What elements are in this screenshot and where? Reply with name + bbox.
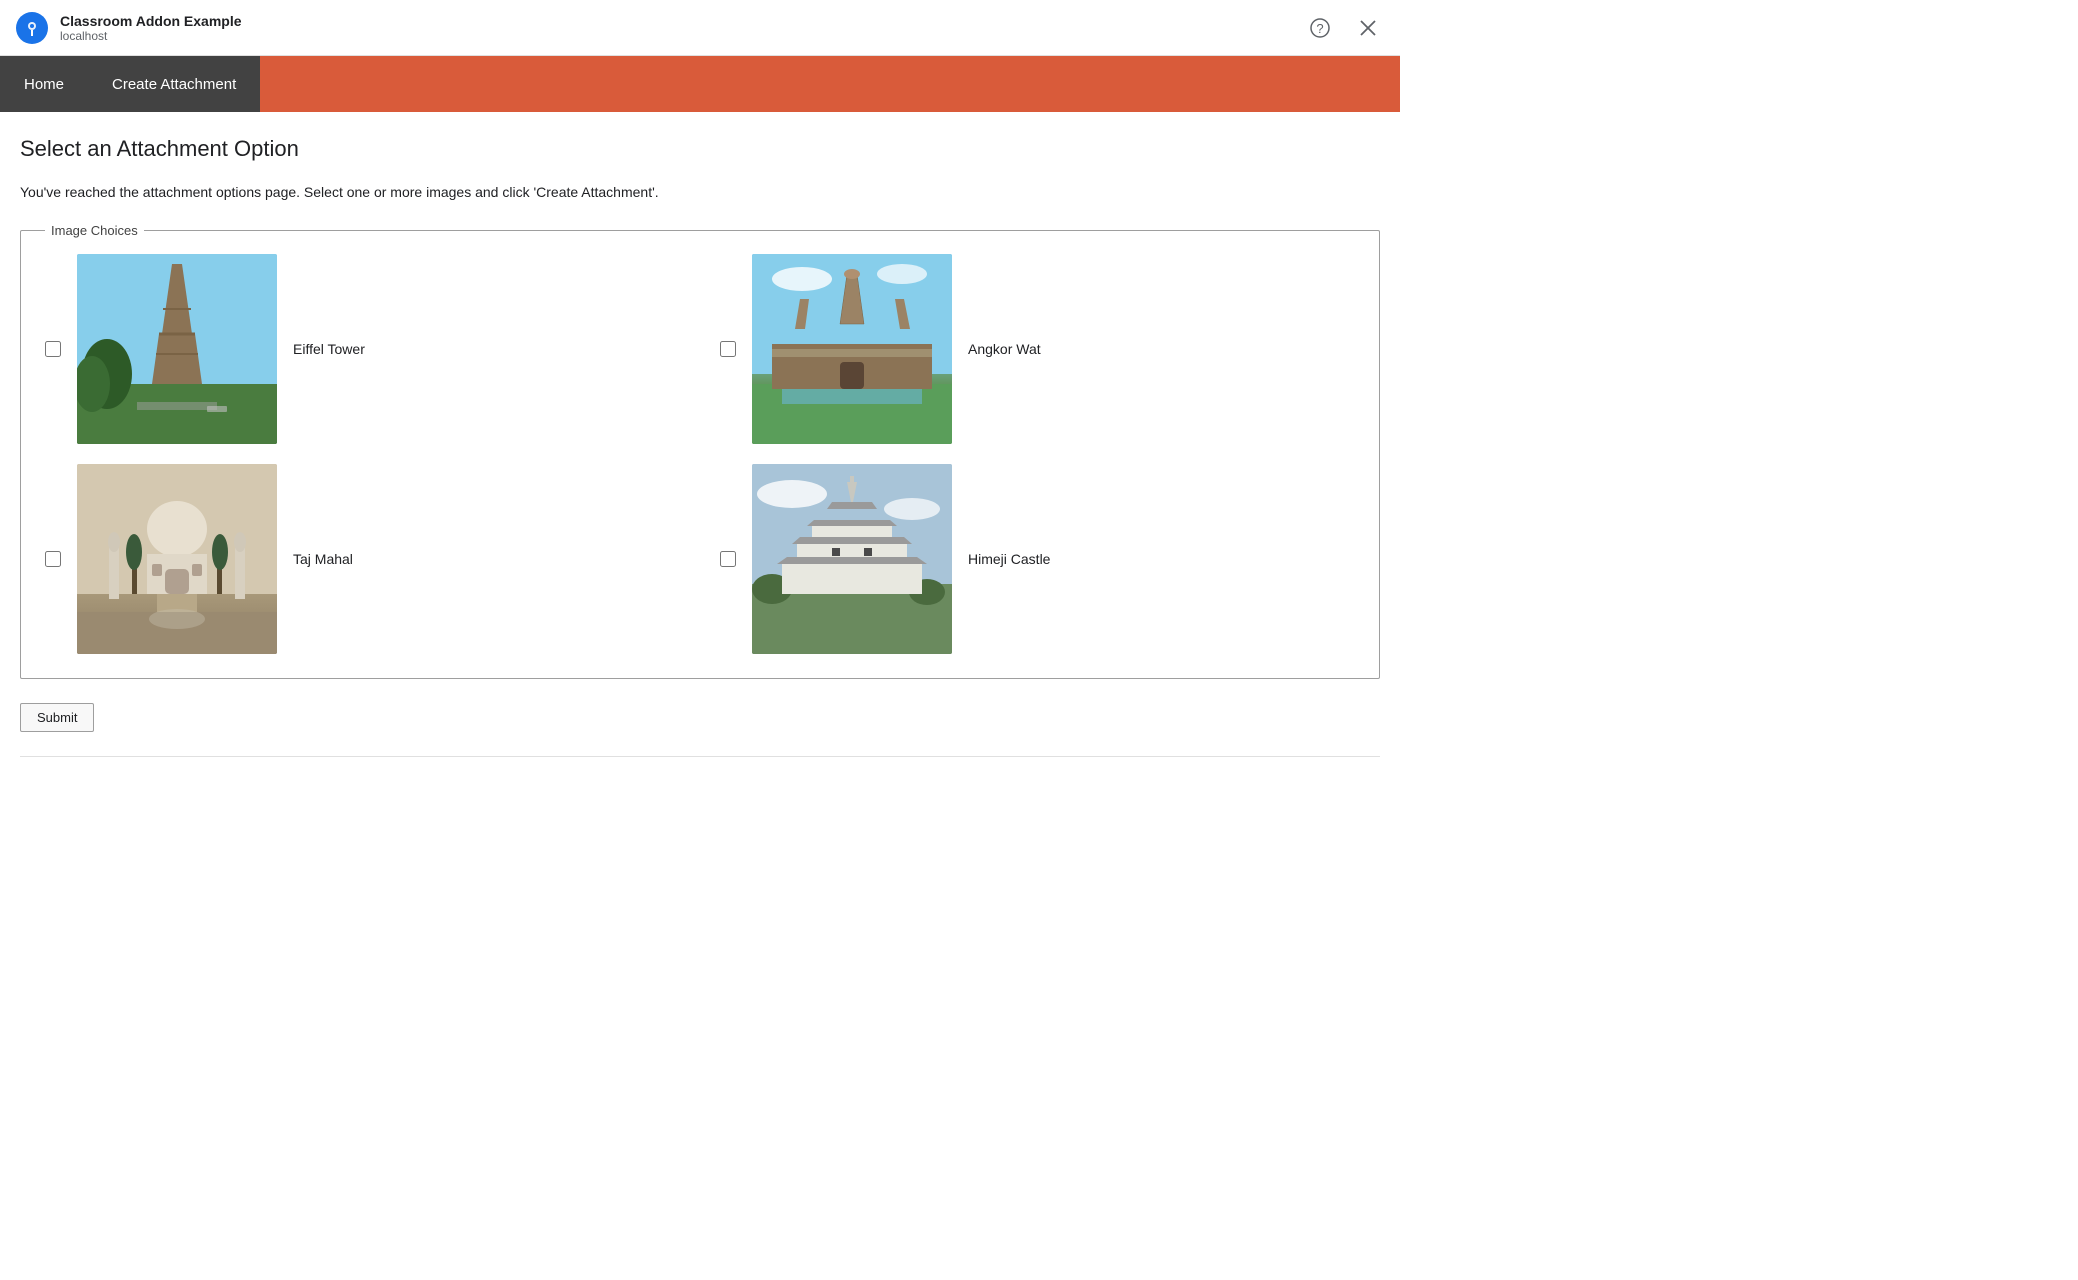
nav-bar: Home Create Attachment	[0, 56, 1400, 112]
title-bar-right: ?	[1304, 12, 1384, 44]
nav-item-create-attachment[interactable]: Create Attachment	[88, 56, 260, 112]
himeji-castle-label: Himeji Castle	[968, 551, 1050, 567]
app-title: Classroom Addon Example	[60, 13, 242, 29]
page-description: You've reached the attachment options pa…	[20, 182, 1380, 203]
angkor-wat-label: Angkor Wat	[968, 341, 1041, 357]
nav-item-home[interactable]: Home	[0, 56, 88, 112]
list-item: Angkor Wat	[720, 254, 1355, 444]
help-button[interactable]: ?	[1304, 12, 1336, 44]
taj-mahal-image	[77, 464, 277, 654]
main-content: Select an Attachment Option You've reach…	[0, 112, 1400, 781]
eiffel-tower-label: Eiffel Tower	[293, 341, 365, 357]
title-bar-left: Classroom Addon Example localhost	[16, 12, 242, 44]
list-item: Eiffel Tower	[45, 254, 680, 444]
title-bar: Classroom Addon Example localhost ?	[0, 0, 1400, 56]
eiffel-tower-checkbox[interactable]	[45, 341, 61, 357]
himeji-castle-checkbox[interactable]	[720, 551, 736, 567]
eiffel-tower-image	[77, 254, 277, 444]
page-heading: Select an Attachment Option	[20, 136, 1380, 162]
angkor-wat-checkbox[interactable]	[720, 341, 736, 357]
taj-mahal-label: Taj Mahal	[293, 551, 353, 567]
himeji-castle-image	[752, 464, 952, 654]
app-title-group: Classroom Addon Example localhost	[60, 13, 242, 43]
image-choices-fieldset: Image Choices	[20, 223, 1380, 679]
bottom-divider	[20, 756, 1380, 757]
close-button[interactable]	[1352, 12, 1384, 44]
app-subtitle: localhost	[60, 29, 242, 43]
taj-mahal-checkbox[interactable]	[45, 551, 61, 567]
nav-accent	[260, 56, 1400, 112]
angkor-wat-image	[752, 254, 952, 444]
list-item: Himeji Castle	[720, 464, 1355, 654]
submit-button[interactable]: Submit	[20, 703, 94, 732]
svg-text:?: ?	[1316, 21, 1323, 36]
app-icon	[16, 12, 48, 44]
image-grid: Eiffel Tower	[45, 254, 1355, 654]
list-item: Taj Mahal	[45, 464, 680, 654]
fieldset-legend: Image Choices	[45, 223, 144, 238]
